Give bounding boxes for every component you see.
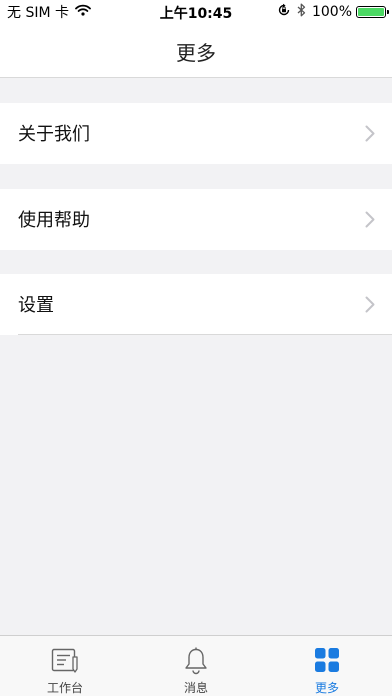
chevron-right-icon (365, 125, 375, 146)
battery-percent: 100% (311, 4, 352, 20)
chevron-right-icon (365, 296, 375, 317)
nav-bar: 更多 (0, 24, 392, 78)
tab-bar: 工作台 消息 更多 (0, 635, 392, 696)
tab-more[interactable]: 更多 (262, 636, 392, 696)
status-right: 100% (277, 3, 389, 21)
tab-workbench[interactable]: 工作台 (0, 636, 130, 696)
orientation-lock-icon (277, 3, 291, 21)
workbench-icon (51, 647, 79, 677)
menu-item-help[interactable]: 使用帮助 (0, 189, 392, 250)
bluetooth-icon (297, 3, 306, 21)
menu-item-label: 使用帮助 (18, 210, 90, 231)
row-divider (18, 334, 392, 335)
chevron-right-icon (365, 211, 375, 232)
tab-label: 工作台 (46, 681, 83, 695)
tab-label: 更多 (314, 681, 339, 695)
battery-fill (358, 8, 384, 16)
tab-messages[interactable]: 消息 (131, 636, 261, 696)
menu-item-settings[interactable]: 设置 (0, 274, 392, 335)
grid-icon (314, 647, 340, 677)
menu-item-label: 设置 (18, 295, 54, 316)
battery-icon (356, 6, 389, 18)
page-title: 更多 (176, 41, 216, 65)
menu-item-label: 关于我们 (18, 124, 90, 145)
tab-label: 消息 (183, 681, 208, 695)
menu-item-about-us[interactable]: 关于我们 (0, 103, 392, 164)
bell-icon (183, 647, 209, 679)
status-bar: 无 SIM 卡 上午10:45 100% (0, 0, 392, 24)
